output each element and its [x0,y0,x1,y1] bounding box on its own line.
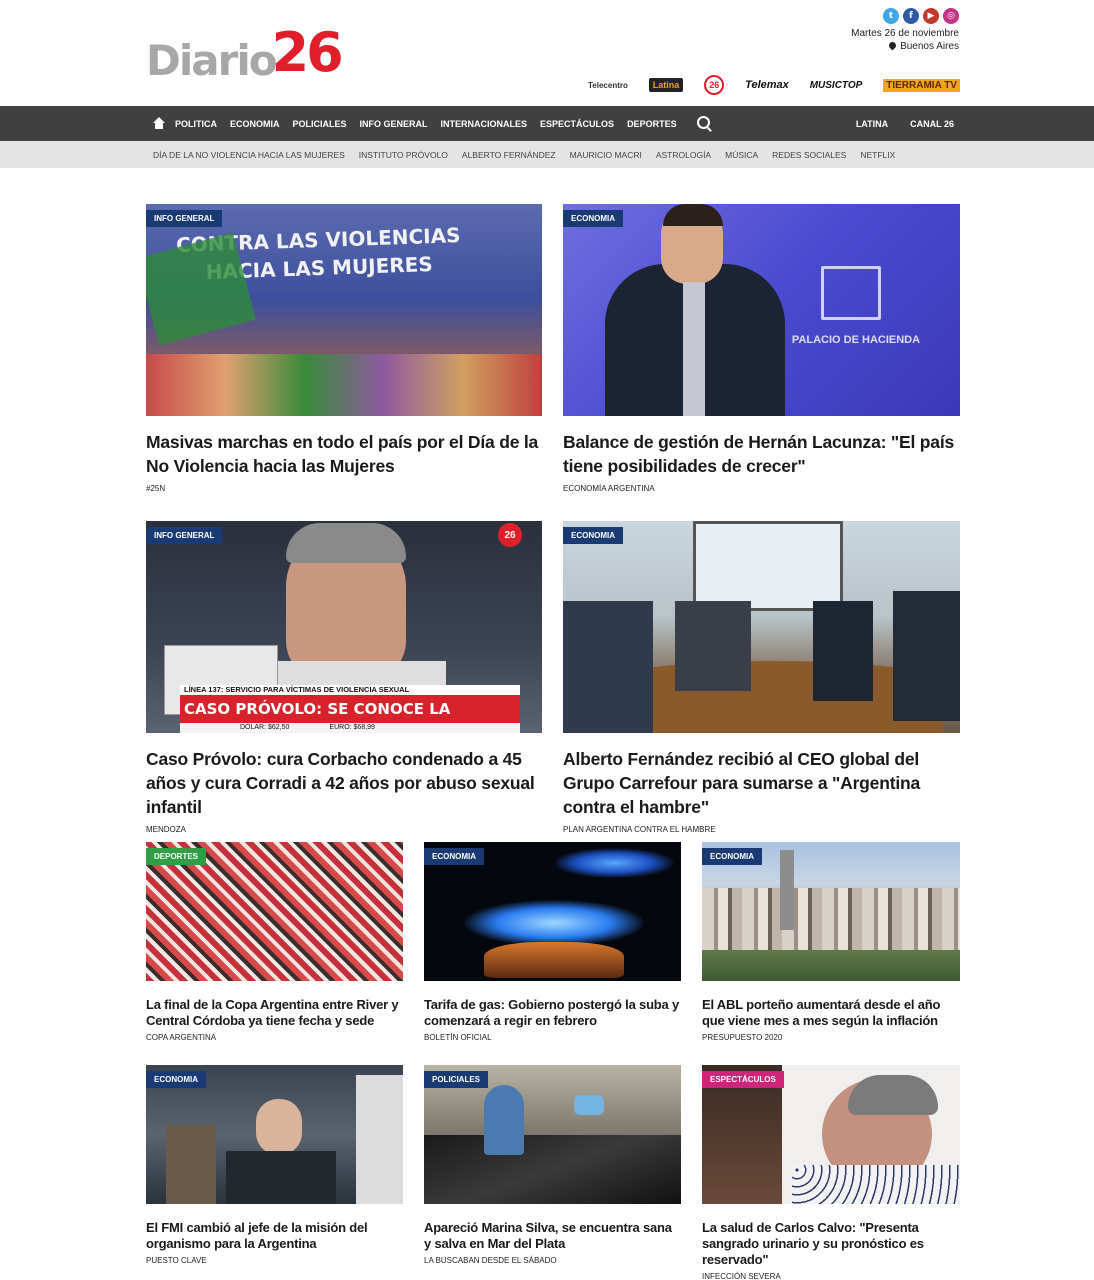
instagram-icon[interactable]: ◎ [943,8,959,24]
tag-provolo[interactable]: INSTITUTO PRÓVOLO [359,150,448,160]
article-title[interactable]: El FMI cambió al jefe de la misión del o… [146,1220,403,1252]
article-kicker[interactable]: PUESTO CLAVE [146,1256,403,1265]
article-image[interactable]: ESPECTÁCULOS [702,1065,960,1204]
search-icon[interactable] [696,115,713,132]
tag-no-violencia[interactable]: DÍA DE LA NO VIOLENCIA HACIA LAS MUJERES [153,150,345,160]
article-image[interactable]: DEPORTES [146,842,403,981]
article-card[interactable]: ECONOMIA Tarifa de gas: Gobierno posterg… [424,842,681,1042]
nav-economia[interactable]: ECONOMIA [230,119,280,129]
article-image[interactable]: 26 LÍNEA 137: SERVICIO PARA VÍCTIMAS DE … [146,521,542,733]
channel-telemax[interactable]: Telemax [745,79,789,91]
article-kicker[interactable]: PRESUPUESTO 2020 [702,1033,960,1042]
trending-tags: DÍA DE LA NO VIOLENCIA HACIA LAS MUJERES… [0,141,1094,168]
twitter-icon[interactable]: t [883,8,899,24]
article-image[interactable]: ECONOMIA [563,521,960,733]
home-icon[interactable] [152,116,166,131]
tag-mauricio-macri[interactable]: MAURICIO MACRI [570,150,642,160]
ticker-euro: EURO: $68,99 [329,724,375,731]
channel-musictop[interactable]: MUSICTOP [810,80,863,91]
site-logo[interactable]: Diario 26 [146,21,344,85]
article-card[interactable]: PALACIO DE HACIENDA ECONOMIA Balance de … [563,204,960,493]
nav-policiales[interactable]: POLICIALES [293,119,347,129]
header-location: Buenos Aires [889,41,959,52]
tag-redes-sociales[interactable]: REDES SOCIALES [772,150,846,160]
article-card[interactable]: ECONOMIA El ABL porteño aumentará desde … [702,842,960,1042]
channel-telecentro[interactable]: Telecentro [588,81,628,90]
section-badge: POLICIALES [424,1071,489,1088]
article-image[interactable]: POLICIALES [424,1065,681,1204]
tv-lower-third-main: CASO PRÓVOLO: SE CONOCE LA SENTENCIA [180,695,520,733]
article-card[interactable]: ECONOMIA Alberto Fernández recibió al CE… [563,521,960,834]
article-kicker[interactable]: INFECCIÓN SEVERA [702,1272,960,1280]
section-badge: ECONOMIA [146,1071,206,1088]
tag-musica[interactable]: MÚSICA [725,150,758,160]
location-pin-icon [889,42,896,52]
social-links: t f ▶ ◎ [883,8,959,24]
article-title[interactable]: Tarifa de gas: Gobierno postergó la suba… [424,997,681,1029]
banner-text: PALACIO DE HACIENDA [791,334,921,346]
section-badge: ECONOMIA [563,527,623,544]
article-card[interactable]: ECONOMIA El FMI cambió al jefe de la mis… [146,1065,403,1265]
channel-latina[interactable]: Latina [648,78,684,92]
article-title[interactable]: Alberto Fernández recibió al CEO global … [563,747,960,819]
article-image[interactable]: ECONOMIA [702,842,960,981]
article-title[interactable]: El ABL porteño aumentará desde el año qu… [702,997,960,1029]
article-title[interactable]: Balance de gestión de Hernán Lacunza: "E… [563,430,960,478]
location-label: Buenos Aires [900,41,959,52]
channel-tierramia[interactable]: TIERRAMIA TV [883,78,960,92]
channel-logos: Telecentro Latina 26 Telemax MUSICTOP TI… [588,74,960,96]
article-title[interactable]: Apareció Marina Silva, se encuentra sana… [424,1220,681,1252]
article-image[interactable]: CONTRA LAS VIOLENCIAS HACIA LAS MUJERES … [146,204,542,416]
article-title[interactable]: Masivas marchas en todo el país por el D… [146,430,542,478]
facebook-icon[interactable]: f [903,8,919,24]
nav-deportes[interactable]: DEPORTES [627,119,677,129]
article-kicker[interactable]: #25N [146,484,542,493]
header-date: Martes 26 de noviembre [851,28,959,39]
logo-word: Diario [146,36,278,85]
nav-latina[interactable]: LATINA [856,119,888,129]
logo-number: 26 [271,21,344,84]
article-card[interactable]: 26 LÍNEA 137: SERVICIO PARA VÍCTIMAS DE … [146,521,542,834]
channel-26[interactable]: 26 [704,75,725,95]
article-card[interactable]: CONTRA LAS VIOLENCIAS HACIA LAS MUJERES … [146,204,542,493]
site-header: Diario 26 t f ▶ ◎ Martes 26 de noviembre… [0,0,1094,106]
section-badge: INFO GENERAL [146,210,223,227]
article-kicker[interactable]: ECONOMÍA ARGENTINA [563,484,960,493]
tv-lower-third-top: LÍNEA 137: SERVICIO PARA VÍCTIMAS DE VIO… [180,685,520,695]
nav-espectaculos[interactable]: ESPECTÁCULOS [540,119,614,129]
article-card[interactable]: POLICIALES Apareció Marina Silva, se enc… [424,1065,681,1265]
article-kicker[interactable]: PLAN ARGENTINA CONTRA EL HAMBRE [563,825,960,834]
section-badge: INFO GENERAL [146,527,223,544]
main-nav: POLITICA ECONOMIA POLICIALES INFO GENERA… [0,106,1094,141]
article-kicker[interactable]: BOLETÍN OFICIAL [424,1033,681,1042]
youtube-icon[interactable]: ▶ [923,8,939,24]
section-badge: ESPECTÁCULOS [702,1071,784,1088]
tag-netflix[interactable]: NETFLIX [860,150,895,160]
article-title[interactable]: Caso Próvolo: cura Corbacho condenado a … [146,747,542,819]
nav-politica[interactable]: POLITICA [175,119,217,129]
article-title[interactable]: La salud de Carlos Calvo: "Presenta sang… [702,1220,960,1268]
tag-alberto-fernandez[interactable]: ALBERTO FERNÁNDEZ [462,150,556,160]
ticker-dolar: DÓLAR: $62,50 [240,724,290,731]
article-image[interactable]: ECONOMIA [146,1065,403,1204]
article-title[interactable]: La final de la Copa Argentina entre Rive… [146,997,403,1029]
article-image[interactable]: ECONOMIA [424,842,681,981]
section-badge: ECONOMIA [702,848,762,865]
nav-internacionales[interactable]: INTERNACIONALES [441,119,528,129]
section-badge: ECONOMIA [424,848,484,865]
article-card[interactable]: DEPORTES La final de la Copa Argentina e… [146,842,403,1042]
tag-astrologia[interactable]: ASTROLOGÍA [656,150,711,160]
nav-canal-26[interactable]: CANAL 26 [910,119,954,129]
article-kicker[interactable]: LA BUSCABAN DESDE EL SÁBADO [424,1256,681,1265]
article-kicker[interactable]: MENDOZA [146,825,542,834]
section-badge: ECONOMIA [563,210,623,227]
article-image[interactable]: PALACIO DE HACIENDA ECONOMIA [563,204,960,416]
article-kicker[interactable]: COPA ARGENTINA [146,1033,403,1042]
article-card[interactable]: ESPECTÁCULOS La salud de Carlos Calvo: "… [702,1065,960,1280]
section-badge: DEPORTES [146,848,207,865]
nav-info-general[interactable]: INFO GENERAL [360,119,428,129]
